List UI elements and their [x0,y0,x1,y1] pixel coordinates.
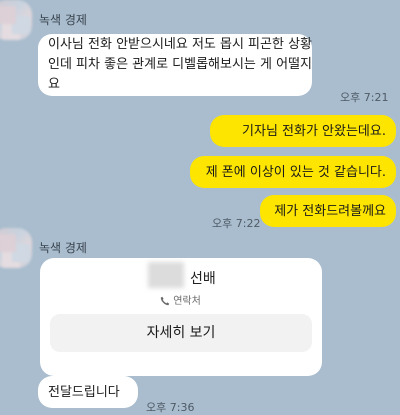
sender-name: 녹색 경제 [39,13,87,27]
message-text: 제가 전화드려볼께요 [274,204,386,219]
contact-card[interactable]: 선배 연락처 자세히 보기 [40,258,322,376]
message-time: 오후 7:21 [340,91,389,104]
message-line: 요 [48,77,60,92]
sender-avatar[interactable] [0,0,32,40]
phone-icon [160,296,170,309]
contact-label: 연락처 [173,296,201,307]
message-text: 전달드립니다 [48,385,120,400]
message-line: 인데 피차 좋은 관계로 디벨롭해보시는 게 어떨지 [48,57,312,72]
incoming-message-bubble[interactable]: 전달드립니다 [38,376,138,408]
message-text: 기자님 전화가 안왔는데요. [242,124,386,139]
outgoing-message-bubble[interactable]: 제가 전화드려볼께요 [260,195,396,227]
sender-name: 녹색 경제 [39,241,87,255]
message-time: 오후 7:22 [212,217,261,230]
sender-avatar[interactable] [0,228,32,268]
message-line: 이사님 전화 안받으시네요 저도 몹시 피곤한 상황 [48,37,312,52]
incoming-message-bubble[interactable]: 이사님 전화 안받으시네요 저도 몹시 피곤한 상황 인데 피차 좋은 관계로 … [38,34,312,96]
contact-name: 선배 [190,271,216,287]
view-details-button[interactable]: 자세히 보기 [50,314,312,352]
message-time: 오후 7:36 [146,401,195,414]
outgoing-message-bubble[interactable]: 제 폰에 이상이 있는 것 같습니다. [190,156,396,188]
contact-avatar [148,262,184,288]
contact-label-row: 연락처 [160,292,201,309]
outgoing-message-bubble[interactable]: 기자님 전화가 안왔는데요. [210,115,396,147]
message-text: 제 폰에 이상이 있는 것 같습니다. [205,165,386,180]
